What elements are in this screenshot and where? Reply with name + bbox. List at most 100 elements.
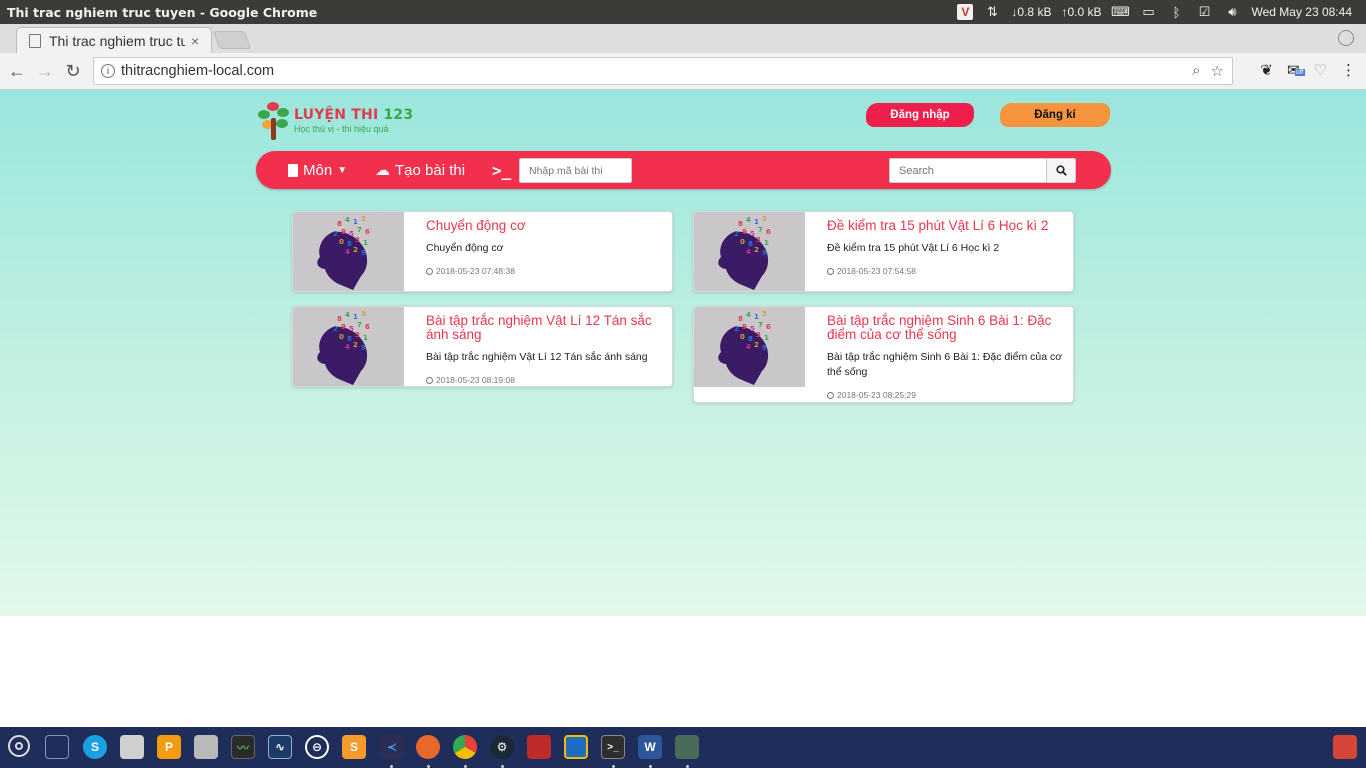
- terminal-icon[interactable]: >_: [601, 735, 625, 759]
- back-arrow-icon[interactable]: ←: [6, 60, 28, 82]
- steam-icon[interactable]: ⚙: [490, 735, 514, 759]
- svg-text:7: 7: [357, 321, 362, 329]
- tab-close-icon[interactable]: ×: [191, 33, 199, 49]
- display-icon[interactable]: ▭: [1139, 4, 1157, 20]
- pdf-icon[interactable]: P: [157, 735, 181, 759]
- android-studio-icon[interactable]: [675, 735, 699, 759]
- pocket-icon[interactable]: ♡: [1314, 61, 1327, 79]
- exam-date-text: 2018-05-23 08:19:08: [436, 375, 515, 385]
- brain-head-icon: 8413 29576 0831 429: [718, 310, 771, 385]
- new-tab-button[interactable]: [212, 31, 252, 49]
- exam-date-text: 2018-05-23 07:54:58: [837, 266, 916, 276]
- svg-text:1: 1: [754, 218, 759, 226]
- svg-text:0: 0: [740, 333, 745, 341]
- svg-text:2: 2: [754, 246, 759, 254]
- system-monitor-icon[interactable]: 〰: [231, 735, 255, 759]
- volume-icon[interactable]: 🔊︎: [1223, 4, 1241, 20]
- exam-card[interactable]: 8413 29576 0831 429 Bài tập trắc nghiệm …: [693, 306, 1074, 403]
- os-top-panel: Thi trac nghiem truc tuyen - Google Chro…: [0, 0, 1366, 24]
- mail-extension-badge: off: [1294, 69, 1305, 76]
- exam-thumbnail: 8413 29576 0831 429: [694, 212, 805, 291]
- address-bar[interactable]: i thitracnghiem-local.com ⌕ ☆: [93, 57, 1233, 85]
- logo-main-text: LUYỆN THI: [294, 106, 379, 123]
- audio-editor-icon[interactable]: ∿: [268, 735, 292, 759]
- svg-text:7: 7: [758, 226, 763, 234]
- site-logo[interactable]: LUYỆN THI 123 Học thú vị - thi hiệu quả: [256, 100, 413, 140]
- svg-text:4: 4: [746, 248, 751, 256]
- exam-card[interactable]: 8413 29576 0831 429 Đề kiểm tra 15 phút …: [693, 211, 1074, 292]
- svg-text:4: 4: [746, 216, 751, 224]
- clock[interactable]: Wed May 23 08:44: [1251, 5, 1352, 19]
- camera-icon[interactable]: [194, 735, 218, 759]
- chrome-icon[interactable]: [453, 735, 477, 759]
- word-icon[interactable]: W: [638, 735, 662, 759]
- exam-date: 2018-05-23 08:19:08: [426, 375, 664, 385]
- exam-date-text: 2018-05-23 08:25:29: [837, 390, 916, 400]
- svg-text:1: 1: [363, 239, 368, 247]
- exam-card[interactable]: 8413 29576 0831 429 Chuyển động cơ Chuyể…: [292, 211, 673, 292]
- filezilla-icon[interactable]: [527, 735, 551, 759]
- firefox-icon[interactable]: [416, 735, 440, 759]
- exam-title[interactable]: Chuyển động cơ: [426, 219, 664, 233]
- skype-icon[interactable]: S: [83, 735, 107, 759]
- forward-arrow-icon[interactable]: →: [34, 60, 56, 82]
- svg-text:8: 8: [738, 315, 743, 323]
- exam-date: 2018-05-23 08:25:29: [827, 390, 1065, 400]
- search-button[interactable]: [1046, 158, 1076, 183]
- exam-title[interactable]: Bài tập trắc nghiệm Sinh 6 Bài 1: Đặc đi…: [827, 314, 1065, 342]
- caret-down-icon: ▼: [337, 164, 348, 176]
- vivaldi-tray-icon[interactable]: V: [957, 4, 974, 20]
- subjects-dropdown[interactable]: Môn ▼: [288, 151, 347, 189]
- svg-text:3: 3: [355, 331, 360, 339]
- sublime-text-icon[interactable]: S: [342, 735, 366, 759]
- exam-title[interactable]: Bài tập trắc nghiệm Vật Lí 12 Tán sắc án…: [426, 314, 664, 342]
- svg-text:3: 3: [361, 215, 366, 223]
- mail-extension-icon[interactable]: ✉ off: [1287, 61, 1305, 79]
- site-info-icon[interactable]: i: [101, 64, 115, 78]
- clock-icon: [827, 267, 834, 275]
- browser-tab[interactable]: Thi trac nghiem truc tuyen ×: [16, 27, 212, 53]
- reload-icon[interactable]: ↻: [62, 60, 84, 82]
- svg-text:8: 8: [748, 335, 753, 343]
- search-input[interactable]: [889, 158, 1047, 183]
- exam-title[interactable]: Đề kiểm tra 15 phút Vật Lí 6 Học kì 2: [827, 219, 1065, 233]
- page-viewport: LUYỆN THI 123 Học thú vị - thi hiệu quả …: [0, 90, 1366, 616]
- chrome-menu-icon[interactable]: ⋮: [1341, 61, 1356, 79]
- exam-card[interactable]: 8413 29576 0831 429 Bài tập trắc nghiệm …: [292, 306, 673, 387]
- svg-text:2: 2: [734, 230, 739, 238]
- extension-puzzle-icon[interactable]: ❦: [1260, 61, 1273, 79]
- remote-desktop-icon[interactable]: ⊖: [305, 735, 329, 759]
- create-exam-link[interactable]: ☁ Tạo bài thi: [375, 151, 465, 189]
- svg-text:8: 8: [337, 315, 342, 323]
- svg-text:9: 9: [762, 344, 767, 352]
- svg-text:1: 1: [353, 218, 358, 226]
- system-tray: V ⇅ ↓0.8 kB ↑0.0 kB ⌨ ▭ ᛒ ☑ 🔊︎ Wed May 2…: [957, 4, 1366, 20]
- bookmark-star-icon[interactable]: ☆: [1211, 62, 1224, 80]
- network-arrows-icon[interactable]: ⇅: [983, 4, 1001, 20]
- svg-text:4: 4: [345, 248, 350, 256]
- keyboard-icon[interactable]: ⌨: [1111, 4, 1130, 20]
- svg-text:5: 5: [349, 325, 354, 333]
- svg-text:1: 1: [363, 334, 368, 342]
- login-button[interactable]: Đăng nhập: [866, 103, 974, 127]
- virtualbox-icon[interactable]: [564, 735, 588, 759]
- bluetooth-icon[interactable]: ᛒ: [1167, 4, 1185, 20]
- clipboard-check-icon[interactable]: ☑: [1195, 4, 1213, 20]
- svg-text:8: 8: [347, 240, 352, 248]
- vscode-icon[interactable]: ≺: [380, 735, 404, 759]
- register-button[interactable]: Đăng kí: [1000, 103, 1110, 127]
- exam-date: 2018-05-23 07:54:58: [827, 266, 1065, 276]
- exam-code-input[interactable]: [519, 158, 632, 183]
- ubuntu-launcher-icon[interactable]: [8, 735, 30, 757]
- trash-icon[interactable]: [1333, 735, 1357, 759]
- svg-text:2: 2: [353, 341, 358, 349]
- files-icon[interactable]: [120, 735, 144, 759]
- svg-text:1: 1: [754, 313, 759, 321]
- profile-icon[interactable]: [1338, 30, 1354, 46]
- svg-text:9: 9: [762, 249, 767, 257]
- workspace-icon[interactable]: [45, 735, 69, 759]
- brain-head-icon: 8413 29576 0831 429: [718, 215, 771, 290]
- zoom-icon[interactable]: ⌕: [1192, 62, 1200, 80]
- svg-text:5: 5: [750, 230, 755, 238]
- url-text[interactable]: thitracnghiem-local.com: [121, 63, 274, 79]
